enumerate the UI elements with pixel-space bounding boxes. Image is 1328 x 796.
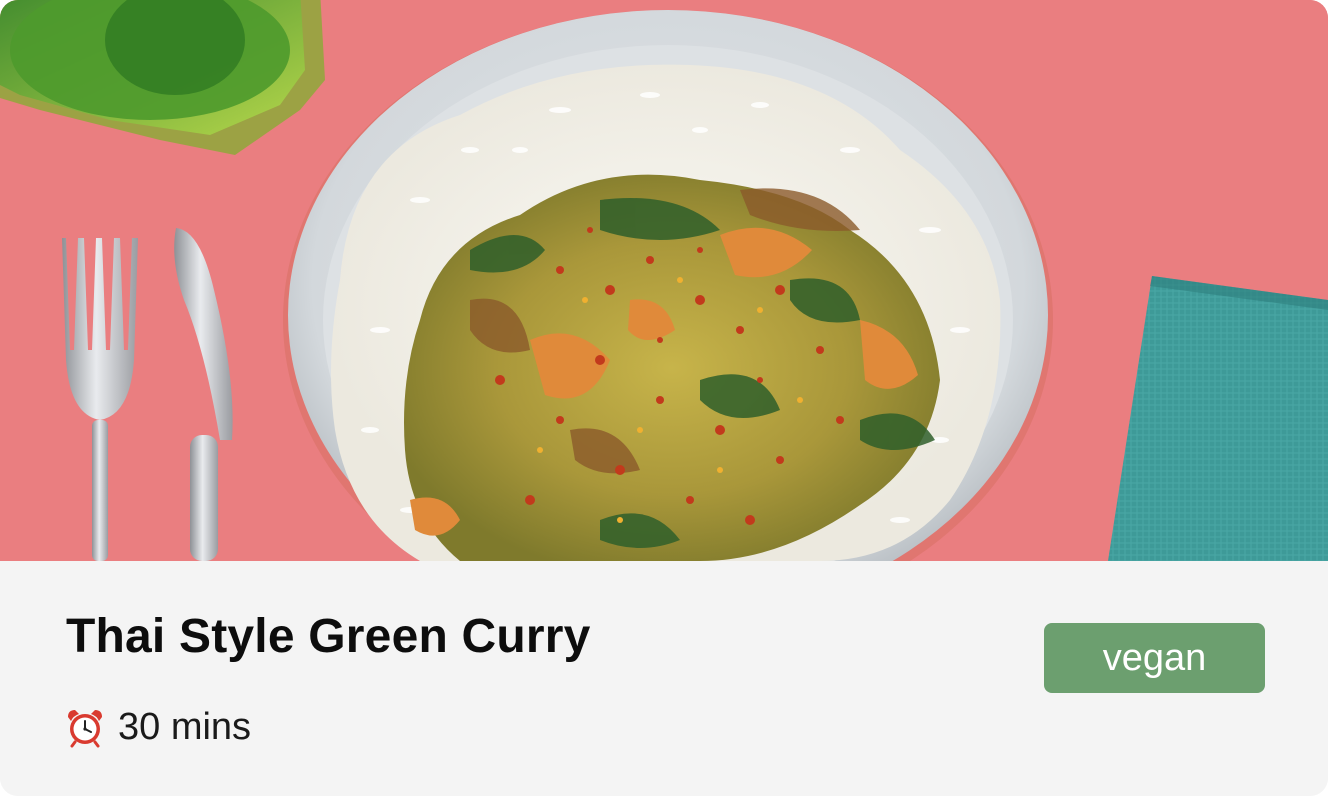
duration-text: 30 mins <box>118 706 252 748</box>
recipe-info: Thai Style Green Curry 30 mins vegan <box>0 561 1328 796</box>
recipe-duration: 30 mins <box>64 705 251 749</box>
recipe-photo <box>0 0 1328 561</box>
recipe-card[interactable]: Thai Style Green Curry 30 mins vegan <box>0 0 1328 796</box>
recipe-title[interactable]: Thai Style Green Curry <box>66 609 591 665</box>
alarm-clock-icon <box>64 706 106 748</box>
vegan-tag-button[interactable]: vegan <box>1044 623 1265 693</box>
